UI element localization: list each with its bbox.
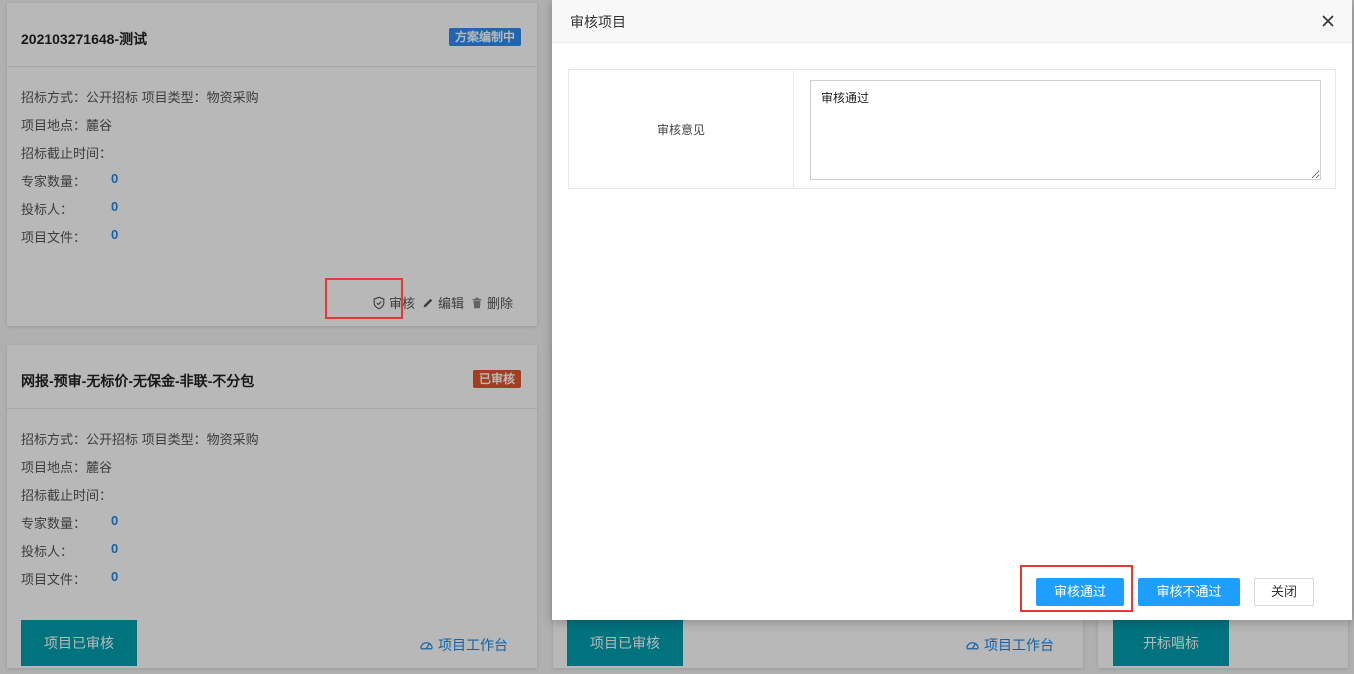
close-button[interactable]: 关闭 [1254, 578, 1314, 606]
approve-button-highlight [1020, 565, 1133, 612]
review-action-highlight [325, 278, 403, 319]
dialog-title: 审核项目 [570, 14, 626, 30]
review-dialog: 审核项目 审核意见 审核通过 审核通过 审核不通过 关闭 [552, 0, 1352, 620]
close-icon[interactable] [1320, 13, 1336, 29]
reject-button[interactable]: 审核不通过 [1138, 578, 1240, 606]
review-form: 审核意见 审核通过 [568, 69, 1336, 189]
review-opinion-textarea[interactable]: 审核通过 [810, 80, 1321, 180]
review-opinion-label: 审核意见 [569, 70, 794, 188]
dialog-header: 审核项目 [552, 0, 1352, 43]
